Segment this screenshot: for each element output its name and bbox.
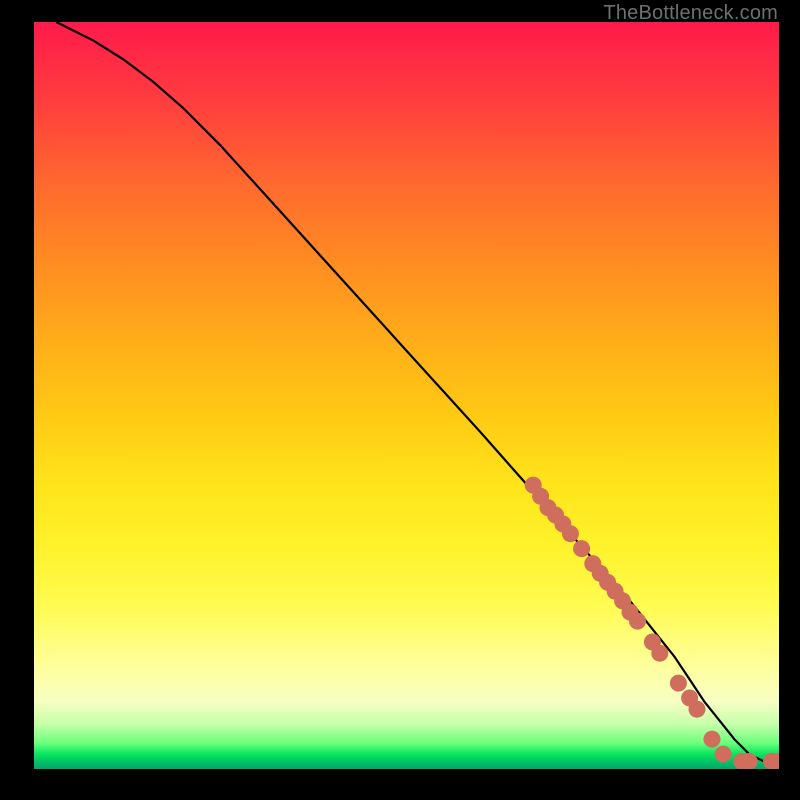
data-marker — [670, 675, 687, 692]
data-marker — [562, 525, 579, 542]
markers-group — [525, 477, 779, 769]
attribution-text: TheBottleneck.com — [603, 2, 778, 25]
bottleneck-curve — [56, 22, 779, 762]
data-marker — [715, 746, 732, 763]
data-marker — [573, 540, 590, 557]
data-marker — [689, 701, 706, 718]
data-marker — [629, 613, 646, 630]
data-marker — [704, 731, 721, 748]
chart-frame: TheBottleneck.com — [0, 0, 800, 800]
data-marker — [651, 645, 668, 662]
chart-overlay — [34, 22, 779, 769]
